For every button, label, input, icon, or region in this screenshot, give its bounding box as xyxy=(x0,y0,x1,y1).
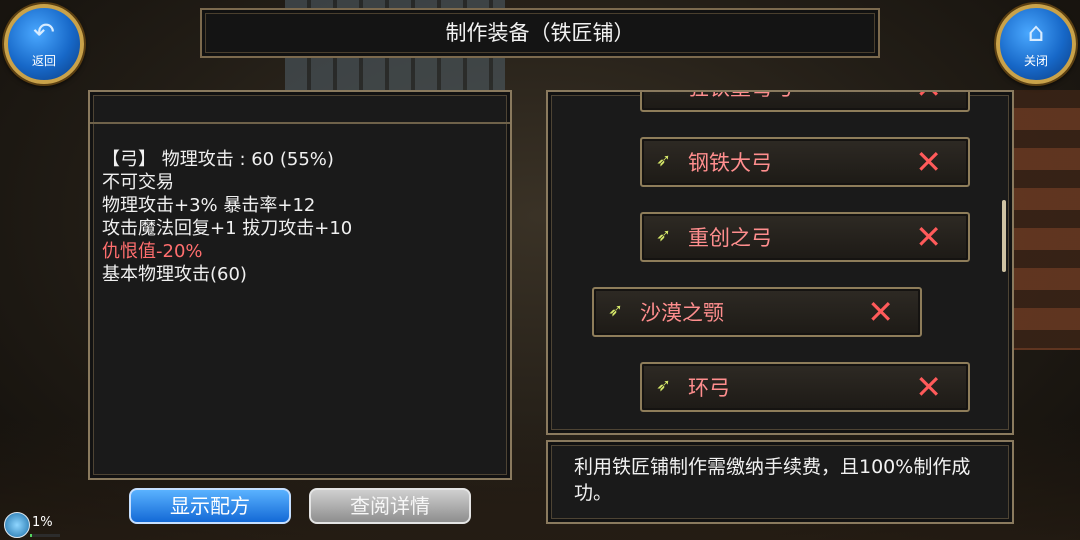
recipe-name: 钢铁大弓 xyxy=(688,151,772,175)
recipe-item[interactable]: ➶ 环弓 ✕ xyxy=(640,362,970,412)
bow-icon: ➶ xyxy=(656,375,672,396)
download-progress-fill xyxy=(30,534,32,537)
crafting-info-panel: 利用铁匠铺制作需缴纳手续费，且100%制作成功。 xyxy=(546,440,1014,524)
item-bonus-1: 物理攻击+3% 暴击率+12 xyxy=(102,195,316,216)
recipe-item[interactable]: ➶ 狂铁重弩弓 ✕ xyxy=(640,92,970,112)
download-status: 1% xyxy=(0,510,60,540)
remove-recipe-icon[interactable]: ✕ xyxy=(915,370,942,404)
item-type-attack: 【弓】 物理攻击 : 60 (55%) xyxy=(102,149,334,170)
panel-header-strip xyxy=(90,92,510,124)
recipe-name: 狂铁重弩弓 xyxy=(688,92,793,101)
item-base-attack: 基本物理攻击(60) xyxy=(102,264,247,285)
bow-icon: ➶ xyxy=(656,150,672,171)
crafting-info-text: 利用铁匠铺制作需缴纳手续费，且100%制作成功。 xyxy=(574,456,971,504)
back-button-label: 返回 xyxy=(31,54,56,68)
remove-recipe-icon[interactable]: ✕ xyxy=(915,92,942,104)
close-button[interactable]: ⌂ 关闭 xyxy=(996,4,1076,84)
item-trade-restriction: 不可交易 xyxy=(102,172,174,193)
item-description: 【弓】 物理攻击 : 60 (55%) 不可交易 物理攻击+3% 暴击率+12 … xyxy=(102,148,352,286)
globe-icon xyxy=(4,512,30,538)
download-percent: 1% xyxy=(32,515,53,530)
back-arrow-icon: ↶ xyxy=(33,18,55,48)
download-progress-bar xyxy=(30,534,60,537)
item-penalty: 仇恨值-20% xyxy=(102,241,203,262)
background-bookshelf xyxy=(1010,90,1080,350)
show-recipe-button[interactable]: 显示配方 xyxy=(129,488,291,524)
remove-recipe-icon[interactable]: ✕ xyxy=(915,220,942,254)
window-title-bar: 制作装备（铁匠铺） xyxy=(200,8,880,58)
recipe-name: 沙漠之颚 xyxy=(640,301,724,325)
recipe-list-scrollbar[interactable] xyxy=(1002,200,1006,272)
remove-recipe-icon[interactable]: ✕ xyxy=(915,145,942,179)
back-button[interactable]: ↶ 返回 xyxy=(4,4,84,84)
show-recipe-label: 显示配方 xyxy=(170,494,250,518)
recipe-item-selected[interactable]: ➶ 沙漠之颚 ✕ xyxy=(592,287,922,337)
recipe-item[interactable]: ➶ 钢铁大弓 ✕ xyxy=(640,137,970,187)
view-details-button[interactable]: 查阅详情 xyxy=(309,488,471,524)
remove-recipe-icon[interactable]: ✕ xyxy=(867,295,894,329)
item-detail-panel: 【弓】 物理攻击 : 60 (55%) 不可交易 物理攻击+3% 暴击率+12 … xyxy=(88,90,512,480)
bow-icon: ➶ xyxy=(608,300,624,321)
recipe-name: 环弓 xyxy=(688,376,730,400)
home-icon: ⌂ xyxy=(1027,18,1045,48)
recipe-name: 重创之弓 xyxy=(688,226,772,250)
close-button-label: 关闭 xyxy=(1023,54,1048,68)
window-title: 制作装备（铁匠铺） xyxy=(445,21,635,45)
recipe-list-panel[interactable]: ➶ 狂铁重弩弓 ✕ ➶ 钢铁大弓 ✕ ➶ 重创之弓 ✕ ➶ 沙漠之颚 ✕ ➶ 环… xyxy=(546,90,1014,435)
bow-icon: ➶ xyxy=(656,225,672,246)
recipe-item[interactable]: ➶ 重创之弓 ✕ xyxy=(640,212,970,262)
bow-icon: ➶ xyxy=(656,92,678,95)
item-bonus-2: 攻击魔法回复+1 拔刀攻击+10 xyxy=(102,218,353,239)
view-details-label: 查阅详情 xyxy=(350,494,430,518)
